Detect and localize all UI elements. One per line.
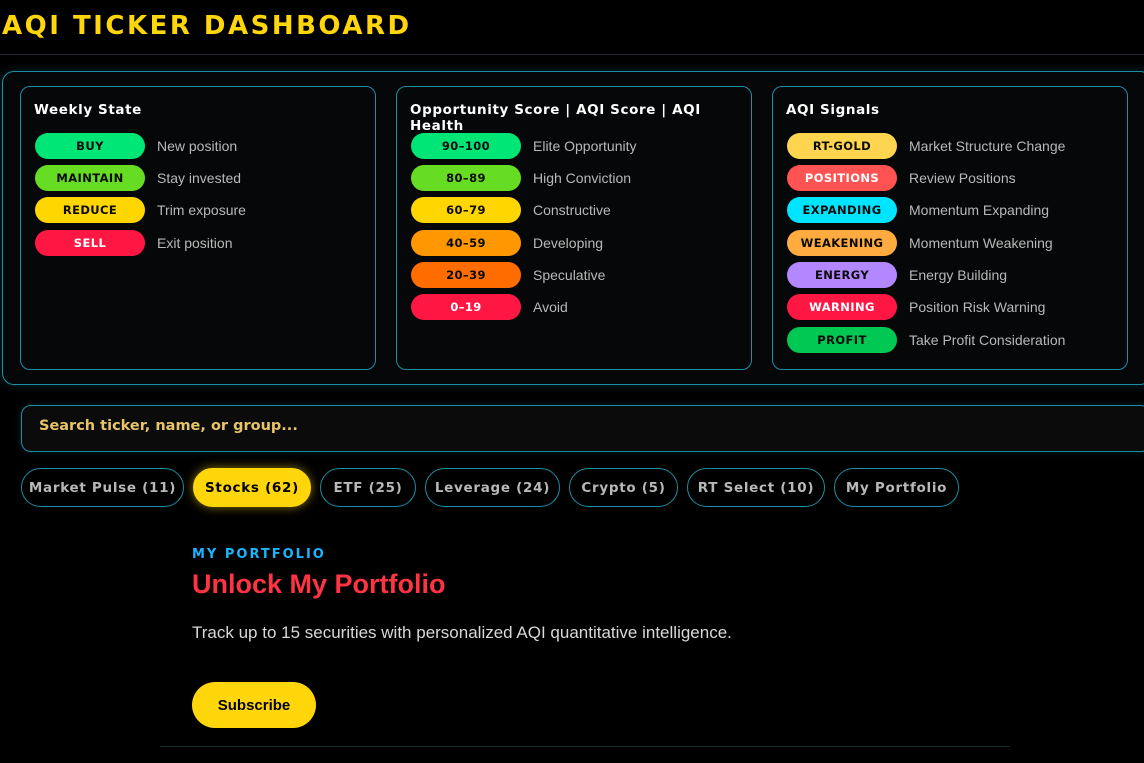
legend-row-warning: WARNING Position Risk Warning xyxy=(787,294,1117,320)
tab-etf[interactable]: ETF (25) xyxy=(320,468,416,507)
score-range-pill: 20–39 xyxy=(411,262,521,288)
legend-row-sell: SELL Exit position xyxy=(35,230,365,256)
positions-pill: POSITIONS xyxy=(787,165,897,191)
legend-row-label: Momentum Expanding xyxy=(909,202,1050,218)
legend-row-profit: PROFIT Take Profit Consideration xyxy=(787,327,1117,353)
aqi-signals-title: AQI Signals xyxy=(786,102,880,118)
weakening-pill: WEAKENING xyxy=(787,230,897,256)
score-range-pill: 80–89 xyxy=(411,165,521,191)
opportunity-score-card: Opportunity Score | AQI Score | AQI Heal… xyxy=(396,86,752,370)
legend-row-score-20: 20–39 Speculative xyxy=(411,262,741,288)
warning-pill: WARNING xyxy=(787,294,897,320)
score-range-pill: 40–59 xyxy=(411,230,521,256)
tab-my-portfolio[interactable]: My Portfolio xyxy=(834,468,959,507)
legend-row-label: Trim exposure xyxy=(157,202,246,218)
tab-market-pulse[interactable]: Market Pulse (11) xyxy=(21,468,184,507)
tab-stocks[interactable]: Stocks (62) xyxy=(193,468,311,507)
legend-row-score-80: 80–89 High Conviction xyxy=(411,165,741,191)
legend-row-energy: ENERGY Energy Building xyxy=(787,262,1117,288)
score-range-pill: 60–79 xyxy=(411,197,521,223)
legend-row-label: New position xyxy=(157,138,238,154)
weekly-state-card: Weekly State BUY New position MAINTAIN S… xyxy=(20,86,376,370)
legend-row-label: Position Risk Warning xyxy=(909,299,1046,315)
legend-row-label: Take Profit Consideration xyxy=(909,332,1066,348)
legend-row-label: High Conviction xyxy=(533,170,632,186)
legend-row-buy: BUY New position xyxy=(35,133,365,159)
legend-row-weakening: WEAKENING Momentum Weakening xyxy=(787,230,1117,256)
legend-row-label: Market Structure Change xyxy=(909,138,1066,154)
aqi-signals-card: AQI Signals RT-GOLD Market Structure Cha… xyxy=(772,86,1128,370)
search-input[interactable] xyxy=(39,418,1119,434)
legend-row-positions: POSITIONS Review Positions xyxy=(787,165,1117,191)
legend-row-expanding: EXPANDING Momentum Expanding xyxy=(787,197,1117,223)
legend-row-label: Energy Building xyxy=(909,267,1008,283)
sell-pill: SELL xyxy=(35,230,145,256)
search-box[interactable] xyxy=(21,405,1144,452)
legend-row-score-0: 0–19 Avoid xyxy=(411,294,741,320)
legend-row-label: Developing xyxy=(533,235,604,251)
tab-rt-select[interactable]: RT Select (10) xyxy=(687,468,825,507)
portfolio-eyebrow: MY PORTFOLIO xyxy=(192,547,326,562)
unlock-portfolio-title: Unlock My Portfolio xyxy=(192,569,446,599)
legend-row-label: Elite Opportunity xyxy=(533,138,637,154)
energy-pill: ENERGY xyxy=(787,262,897,288)
legend-row-label: Speculative xyxy=(533,267,606,283)
legend-row-score-90: 90–100 Elite Opportunity xyxy=(411,133,741,159)
maintain-pill: MAINTAIN xyxy=(35,165,145,191)
legend-row-score-60: 60–79 Constructive xyxy=(411,197,741,223)
buy-pill: BUY xyxy=(35,133,145,159)
opportunity-score-title: Opportunity Score | AQI Score | AQI Heal… xyxy=(410,102,701,134)
legend-row-label: Avoid xyxy=(533,299,568,315)
legend-row-reduce: REDUCE Trim exposure xyxy=(35,197,365,223)
profit-pill: PROFIT xyxy=(787,327,897,353)
tab-crypto[interactable]: Crypto (5) xyxy=(569,468,678,507)
subscribe-button[interactable]: Subscribe xyxy=(192,682,316,728)
title-divider xyxy=(0,54,1144,55)
legend-row-label: Constructive xyxy=(533,202,611,218)
reduce-pill: REDUCE xyxy=(35,197,145,223)
legend-row-rt-gold: RT-GOLD Market Structure Change xyxy=(787,133,1117,159)
portfolio-description: Track up to 15 securities with personali… xyxy=(192,623,732,642)
legend-row-score-40: 40–59 Developing xyxy=(411,230,741,256)
page-title: AQI TICKER DASHBOARD xyxy=(2,11,412,41)
legend-row-label: Momentum Weakening xyxy=(909,235,1053,251)
weekly-state-title: Weekly State xyxy=(34,102,142,118)
tab-leverage[interactable]: Leverage (24) xyxy=(425,468,560,507)
legend-row-label: Exit position xyxy=(157,235,233,251)
legend-row-label: Review Positions xyxy=(909,170,1016,186)
legend-row-label: Stay invested xyxy=(157,170,242,186)
section-divider xyxy=(160,746,1010,747)
score-range-pill: 0–19 xyxy=(411,294,521,320)
score-range-pill: 90–100 xyxy=(411,133,521,159)
legend-row-maintain: MAINTAIN Stay invested xyxy=(35,165,365,191)
expanding-pill: EXPANDING xyxy=(787,197,897,223)
rt-gold-pill: RT-GOLD xyxy=(787,133,897,159)
